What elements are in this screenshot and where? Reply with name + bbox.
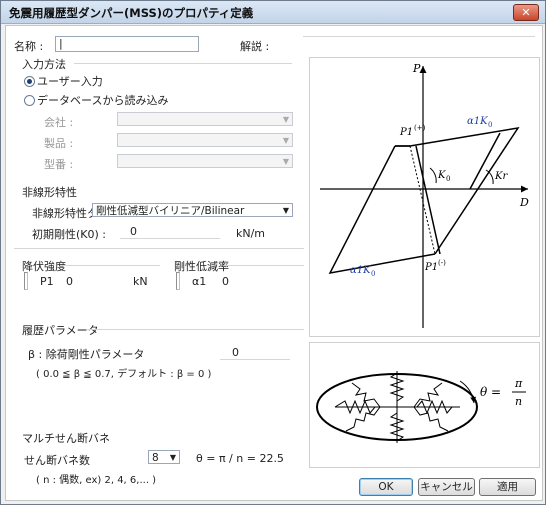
k0-input[interactable]: 0 (130, 225, 137, 238)
theta-label: θ = (480, 385, 501, 399)
p1-neg-sup: (-) (438, 259, 446, 267)
spring-count-note: ( n : 偶数, ex) 2, 4, 6,... ) (36, 475, 157, 486)
yield-box-edge (24, 272, 28, 290)
nonlinear-type-value: 剛性低減型バイリニア/Bilinear (96, 205, 245, 217)
yield-line (60, 265, 160, 266)
hysteresis-section-label: 履歴パラメータ (22, 324, 99, 337)
database-label: データベースから読み込み (37, 94, 169, 107)
d-axis-label: D (519, 196, 529, 209)
nonlinear-type-label: 非線形特性タ (32, 207, 98, 220)
chevron-down-icon: ▼ (282, 157, 289, 166)
stiffness-reduction-label: 剛性低減率 (174, 260, 229, 273)
chevron-down-icon: ▼ (282, 115, 289, 124)
alpha1-label: α1 (192, 275, 207, 288)
close-button[interactable]: ✕ (513, 4, 539, 21)
spring-diagram-svg: θ = π n (316, 371, 526, 443)
user-input-label: ユーザー入力 (37, 75, 103, 88)
alpha-k0-top-sub: 0 (488, 121, 492, 129)
theta-formula: θ = π / n = 22.5 (196, 452, 284, 465)
p1-input[interactable]: 0 (66, 275, 73, 288)
chevron-down-icon: ▼ (169, 453, 176, 462)
ok-button[interactable]: OK (359, 478, 413, 496)
description-label: 解説 : (240, 40, 270, 53)
beta-label: β : 除荷剛性パラメータ (28, 348, 145, 361)
title-bar: 免震用履歴型ダンパー(MSS)のプロパティ定義 ✕ (1, 1, 545, 24)
alpha-box-edge (176, 272, 180, 290)
hysteresis-diagram: P D P1 (+) α1K 0 K 0 Kr α1K 0 P1 (-) (309, 57, 540, 337)
nonlinear-section-label: 非線形特性 (22, 186, 77, 199)
user-input-radio[interactable] (24, 76, 35, 87)
spring-count-select[interactable]: 8 ▼ (148, 450, 180, 464)
spring-count-label: せん断バネ数 (24, 454, 90, 467)
p1-unit: kN (133, 275, 148, 288)
k0-unit: kN/m (236, 227, 266, 240)
model-select[interactable]: ▼ (117, 154, 293, 168)
alpha1-input[interactable]: 0 (222, 275, 229, 288)
spring-count-value: 8 (152, 452, 159, 464)
cancel-button[interactable]: キャンセル (418, 478, 475, 496)
product-select[interactable]: ▼ (117, 133, 293, 147)
company-select[interactable]: ▼ (117, 112, 293, 126)
k0-underline (120, 238, 220, 239)
input-method-separator (74, 63, 292, 64)
k0-label: 初期剛性(K0) : (32, 228, 106, 241)
alpha-k0-bottom-label: α1K (350, 265, 371, 276)
p1-pos-label: P1 (399, 127, 413, 138)
name-input-caret: | (59, 37, 63, 50)
beta-range-note: ( 0.0 ≦ β ≦ 0.7, デフォルト : β = 0 ) (36, 369, 212, 380)
alpha-k0-bottom-sub: 0 (371, 270, 375, 278)
product-label: 製品 : (44, 137, 74, 150)
multi-shear-section-label: マルチせん断バネ (22, 432, 110, 445)
chevron-down-icon: ▼ (282, 136, 289, 145)
description-line (303, 36, 535, 37)
model-label: 型番 : (44, 158, 74, 171)
beta-input[interactable]: 0 (232, 346, 239, 359)
p1-label: P1 (40, 275, 54, 288)
alpha-k0-top-label: α1K (467, 116, 488, 127)
name-input[interactable]: | (55, 36, 199, 52)
p1-pos-sup: (+) (414, 124, 426, 132)
kr-label: Kr (494, 171, 508, 182)
hysteresis-line (86, 329, 304, 330)
hysteresis-diagram-svg: P D P1 (+) α1K 0 K 0 Kr α1K 0 P1 (-) (320, 62, 529, 328)
k0-label-diagram: K (437, 170, 446, 181)
section-separator (14, 248, 304, 249)
chevron-down-icon: ▼ (282, 206, 289, 215)
yield-section-label: 降伏強度 (22, 260, 66, 273)
name-label: 名称 : (14, 40, 44, 53)
input-method-label: 入力方法 (22, 58, 66, 71)
stiffness-reduction-line (224, 265, 304, 266)
window-title: 免震用履歴型ダンパー(MSS)のプロパティ定義 (9, 6, 254, 20)
p1-neg-label: P1 (424, 262, 438, 273)
pi-label: π (514, 377, 523, 390)
apply-button[interactable]: 適用 (479, 478, 536, 496)
beta-underline (220, 359, 290, 360)
k0-sub-diagram: 0 (446, 175, 450, 183)
company-label: 会社 : (44, 116, 74, 129)
dialog-window: 免震用履歴型ダンパー(MSS)のプロパティ定義 ✕ 名称 : | 解説 : 入力… (0, 0, 546, 505)
n-label: n (515, 395, 522, 408)
dialog-body: 名称 : | 解説 : 入力方法 ユーザー入力 データベースから読み込み 会社 … (5, 25, 543, 501)
nonlinear-type-select[interactable]: 剛性低減型バイリニア/Bilinear ▼ (92, 203, 293, 217)
spring-diagram: θ = π n (309, 342, 540, 468)
database-radio[interactable] (24, 95, 35, 106)
p-axis-label: P (412, 62, 421, 75)
